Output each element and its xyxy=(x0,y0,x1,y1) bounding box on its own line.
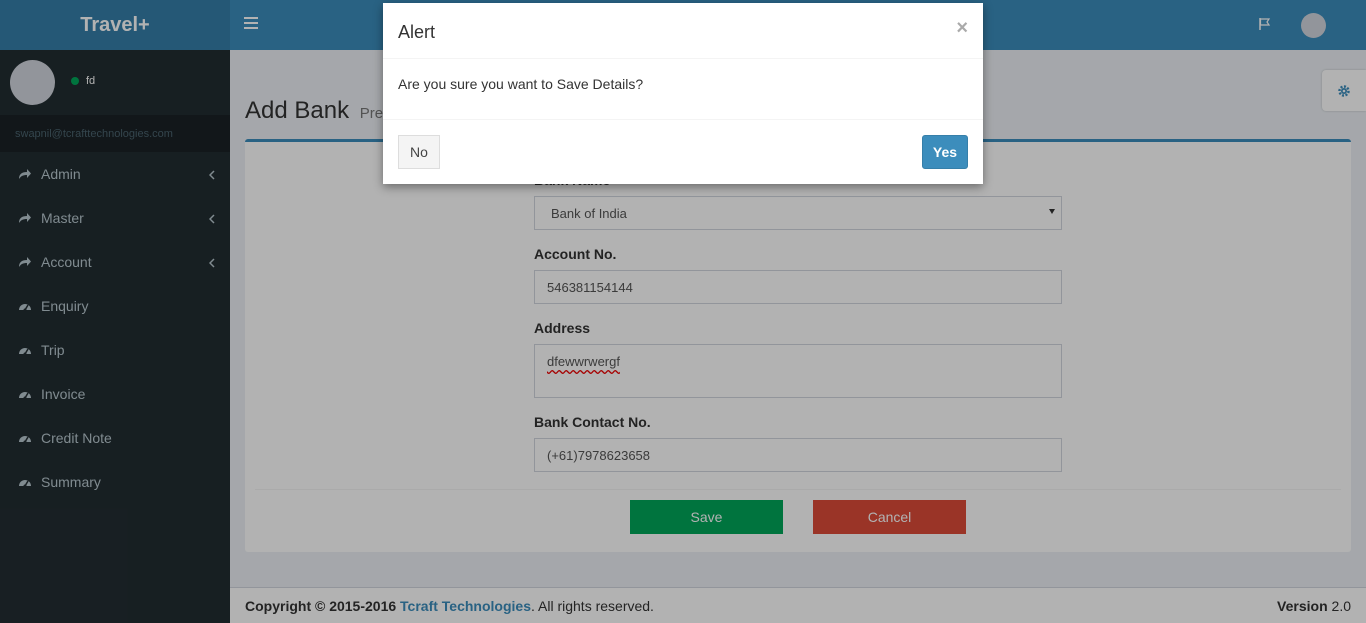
alert-dialog: Alert × Are you sure you want to Save De… xyxy=(383,3,983,184)
dialog-footer: No Yes xyxy=(383,120,983,184)
close-icon[interactable]: × xyxy=(956,17,968,40)
dialog-title: Alert xyxy=(398,22,436,42)
no-button[interactable]: No xyxy=(398,135,440,169)
dialog-message: Are you sure you want to Save Details? xyxy=(383,59,983,120)
dialog-header: Alert × xyxy=(383,3,983,59)
yes-button[interactable]: Yes xyxy=(922,135,968,169)
